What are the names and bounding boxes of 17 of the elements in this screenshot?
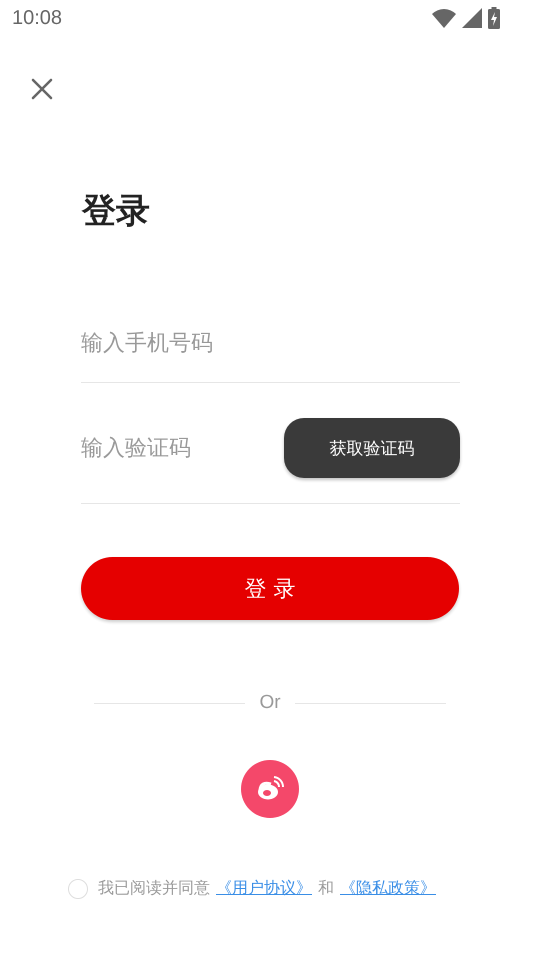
divider-text: Or [259,692,281,714]
battery-icon [488,7,500,29]
signal-icon [462,8,482,28]
agreement-text: 我已阅读并同意 [98,878,210,899]
and-text: 和 [318,878,334,899]
weibo-login-icon[interactable] [241,760,299,818]
login-button[interactable]: 登 录 [81,557,459,620]
user-agreement-link[interactable]: 《用户协议》 [216,878,312,899]
status-time: 10:08 [12,6,62,30]
wifi-icon [432,8,456,28]
agreement-checkbox[interactable] [68,878,88,898]
close-icon[interactable] [31,78,53,100]
page-title: 登录 [82,190,150,233]
phone-input-field[interactable]: 输入手机号码 [81,304,460,383]
privacy-policy-link[interactable]: 《隐私政策》 [340,878,436,899]
code-input-field[interactable]: 输入验证码 [81,418,281,478]
get-code-button[interactable]: 获取验证码 [284,418,460,478]
